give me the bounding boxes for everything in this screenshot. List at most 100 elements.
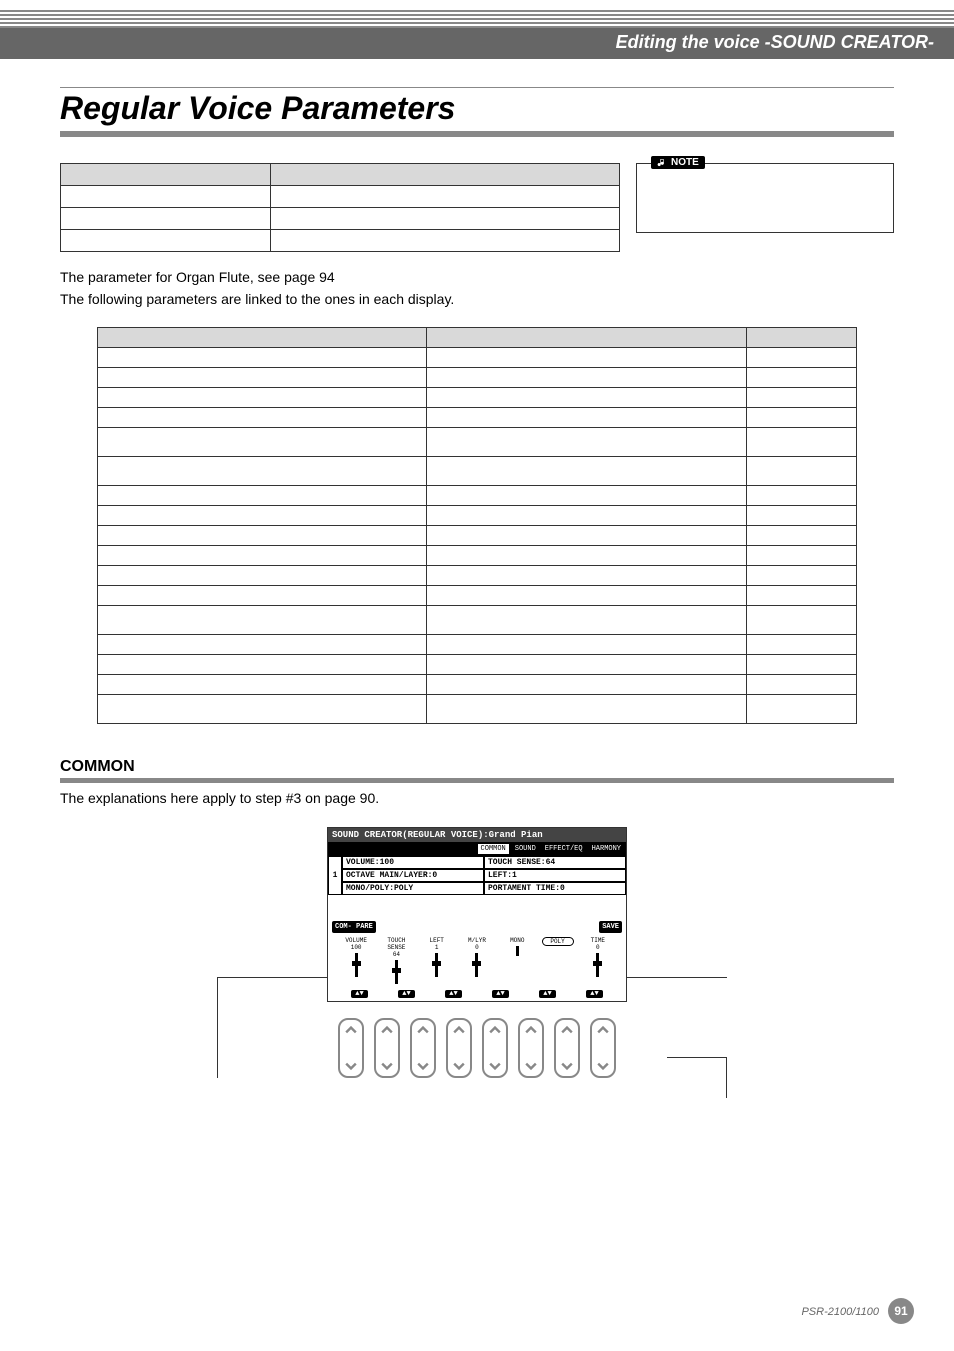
param-link-table: SOUND CREATOR parameters Corresponding p… <box>97 327 857 724</box>
chevron-up-icon <box>489 1024 501 1036</box>
lcd-arrow-row: ▲▼ ▲▼ ▲▼ ▲▼ ▲▼ ▲▼ <box>328 990 626 1001</box>
slider-octave-left[interactable]: LEFT1 <box>421 937 453 986</box>
slider-volume[interactable]: VOLUME100 <box>340 937 372 986</box>
compare-button[interactable]: COM- PARE <box>332 921 376 933</box>
paragraph-1: The parameter for Organ Flute, see page … <box>60 268 894 288</box>
panel-button[interactable] <box>518 1018 544 1078</box>
lcd-param-cell: OCTAVE MAIN/LAYER:0 <box>342 869 484 882</box>
slider-value: MONO <box>501 937 533 944</box>
paragraph-2: The following parameters are linked to t… <box>60 290 894 310</box>
panel-button[interactable] <box>374 1018 400 1078</box>
cell: MONO/POLY in the MIXING CONSOLE (TUNE pa… <box>427 655 747 675</box>
table-row: Organ Flutes See page 94. <box>61 230 620 252</box>
cell: REVERB in the MIXING CONSOLE (EFFECT pag… <box>427 506 747 526</box>
chevron-up-icon <box>561 1024 573 1036</box>
cell <box>747 655 857 675</box>
callout-line <box>667 1057 727 1058</box>
lcd-screen: SOUND CREATOR(REGULAR VOICE):Grand Pian … <box>327 827 627 1002</box>
slider-mono[interactable]: MONO <box>501 937 533 986</box>
slider-value: 64 <box>380 951 412 958</box>
panel-button[interactable] <box>554 1018 580 1078</box>
cell <box>747 506 857 526</box>
slider-touch-sense[interactable]: TOUCHSENSE64 <box>380 937 412 986</box>
cell: FILTER settings in the MIXING CONSOLE (F… <box>427 457 747 486</box>
chevron-up-icon <box>525 1024 537 1036</box>
table-row: DSP ON/OFFDSP button on the panel (page … <box>98 546 857 566</box>
cell: TOUCH in the MIXING CONSOLE (TUNE page) … <box>427 388 747 408</box>
panel-button[interactable] <box>338 1018 364 1078</box>
panel-button-deck <box>277 1018 677 1078</box>
table-row: EQ settings (PSR-2100 only)EQ settings i… <box>98 635 857 655</box>
note-badge: NOTE <box>651 156 705 169</box>
cell: EG settings <box>98 486 427 506</box>
cell: PORTAMENTO TIME <box>98 428 427 457</box>
top-ruled-lines <box>0 10 954 24</box>
cell: DSP button on the panel (page 61) <box>427 546 747 566</box>
arrow-button[interactable]: ▲▼ <box>492 990 508 998</box>
lcd-row-number: 1 <box>328 856 342 895</box>
arrow-button[interactable]: ▲▼ <box>445 990 461 998</box>
lcd-param-cell: VOLUME:100 <box>342 856 484 869</box>
table-row: FILTER settingsFILTER settings in the MI… <box>98 457 857 486</box>
table-row: OCTAVEOCTAVE in the MIXING CONSOLE (TUNE… <box>98 408 857 428</box>
cell: HARMONY settings <box>98 675 427 695</box>
save-button[interactable]: SAVE <box>599 921 622 933</box>
lcd-tab-common[interactable]: COMMON <box>477 843 510 855</box>
table-row: REVERB DEPTHREVERB in the MIXING CONSOLE… <box>98 506 857 526</box>
voice-type-cell: Regular voices <box>61 208 271 230</box>
lcd-tab-sound[interactable]: SOUND <box>511 843 540 855</box>
lcd-param-cell: PORTAMENT TIME:0 <box>484 882 626 895</box>
cell: VOLUME <box>98 368 427 388</box>
table-row: VIBRATO settingsVIBRATO settings in the … <box>98 606 857 635</box>
panel-button[interactable] <box>482 1018 508 1078</box>
arrow-button[interactable]: ▲▼ <box>398 990 414 998</box>
cell: TOUCH SENSE <box>98 388 427 408</box>
voice-type-table: Voice type Editable displays Natural voi… <box>60 163 620 252</box>
arrow-button[interactable]: ▲▼ <box>351 990 367 998</box>
table-row: MONO/POLYMONO/POLY in the MIXING CONSOLE… <box>98 655 857 675</box>
cell: VIBRATO settings in the MIXING CONSOLE (… <box>427 606 747 635</box>
lcd-tab-harmony[interactable]: HARMONY <box>588 843 625 855</box>
cell: VARIATION ON/OFF <box>98 586 427 606</box>
arrow-button[interactable]: ▲▼ <box>586 990 602 998</box>
section-title: Regular Voice Parameters <box>60 88 894 131</box>
note-box: NOTE Some parameters may not be editable… <box>636 163 894 233</box>
arrow-button[interactable]: ▲▼ <box>539 990 555 998</box>
panel-button[interactable] <box>590 1018 616 1078</box>
cell: VARIATION button on the panel (page 61) <box>427 586 747 606</box>
subheading: COMMON <box>60 758 894 779</box>
chevron-down-icon <box>525 1060 537 1072</box>
lcd-param-cell: TOUCH SENSE:64 <box>484 856 626 869</box>
slider-poly[interactable]: POLY <box>542 937 574 986</box>
lcd-params: 1 VOLUME:100TOUCH SENSE:64 OCTAVE MAIN/L… <box>328 856 626 895</box>
slider-octave-mlyr[interactable]: M/LYR0 <box>461 937 493 986</box>
table-row: PORTAMENTO TIMEPORTAMENTO TIME in the MI… <box>98 428 857 457</box>
param-header-3: Part <box>747 328 857 348</box>
slider-portament-time[interactable]: TIME0 <box>582 937 614 986</box>
param-header-2: Corresponding parameters (page) <box>427 328 747 348</box>
cell: MAIN, LAYER, LEFT <box>747 695 857 724</box>
table-row: VARIATION ON/OFFVARIATION button on the … <box>98 586 857 606</box>
cell: DSP ON/OFF <box>98 546 427 566</box>
panel-button[interactable] <box>446 1018 472 1078</box>
cell <box>747 675 857 695</box>
cell: REVERB DEPTH <box>98 506 427 526</box>
cell <box>747 546 857 566</box>
table-row: HARMONY settingsHARMONY/ECHO in the FUNC… <box>98 675 857 695</box>
table-row: PIANO settings (PSR-2100 only)PIANO sett… <box>98 348 857 368</box>
table-row: Natural voices (PSR-2100 only) PIANO, CO… <box>61 186 620 208</box>
table-row: PITCH BEND RANGEPITCH BEND RANGE in the … <box>98 695 857 724</box>
cell <box>747 388 857 408</box>
footer-model: PSR-2100/1100 <box>801 1306 878 1318</box>
slider-label: TIME <box>582 937 614 944</box>
cell: VIBRATO settings <box>98 606 427 635</box>
page-number: 91 <box>888 1298 914 1324</box>
param-header-1: SOUND CREATOR parameters <box>98 328 427 348</box>
note-text: Some parameters may not be editable, dep… <box>647 176 874 196</box>
lcd-tab-effect-eq[interactable]: EFFECT/EQ <box>541 843 587 855</box>
lcd-figure: SOUND CREATOR(REGULAR VOICE):Grand Pian … <box>277 827 677 1078</box>
chevron-down-icon <box>381 1060 393 1072</box>
panel-button[interactable] <box>410 1018 436 1078</box>
cell: MAIN <box>747 348 857 368</box>
cell: FILTER settings <box>98 457 427 486</box>
